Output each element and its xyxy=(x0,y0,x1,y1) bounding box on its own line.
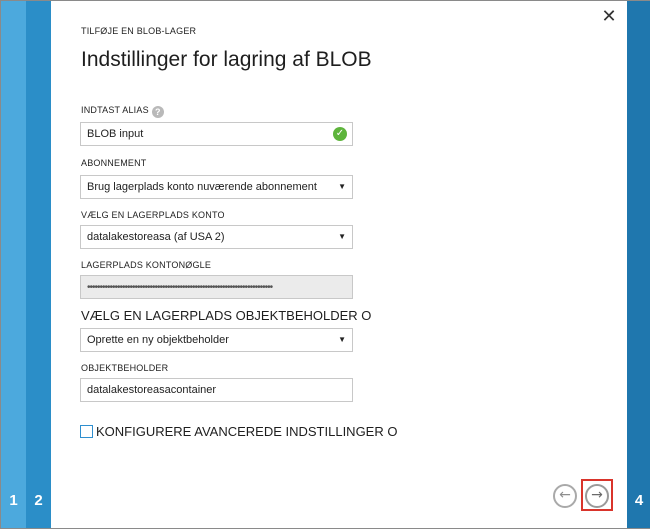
container-name-value: datalakestoreasacontainer xyxy=(87,384,217,396)
subscription-select[interactable]: Brug lagerplads konto nuværende abonneme… xyxy=(80,175,353,199)
check-circle-icon: ✓ xyxy=(333,127,347,141)
storage-key-label: LAGERPLADS KONTONØGLE xyxy=(81,260,212,270)
storage-account-label: VÆLG EN LAGERPLADS KONTO xyxy=(81,210,225,220)
container-select-value: Oprette en ny objektbeholder xyxy=(87,334,229,346)
storage-key-field: ••••••••••••••••••••••••••••••••••••••••… xyxy=(80,275,353,299)
alias-label: INDTAST ALIAS? xyxy=(81,105,164,118)
container-name-input[interactable]: datalakestoreasacontainer xyxy=(80,378,353,402)
page-title: Indstillinger for lagring af BLOB xyxy=(81,48,372,71)
arrow-right-icon[interactable]: → xyxy=(585,484,609,508)
chevron-down-icon: ▼ xyxy=(338,232,346,241)
alias-value: BLOB input xyxy=(87,128,144,140)
storage-account-select[interactable]: datalakestoreasa (af USA 2) ▼ xyxy=(80,225,353,249)
step-2-tab[interactable]: 2 xyxy=(26,1,51,528)
storage-key-value: ••••••••••••••••••••••••••••••••••••••••… xyxy=(87,282,273,293)
arrow-left-icon[interactable]: ← xyxy=(553,484,577,508)
subscription-value: Brug lagerplads konto nuværende abonneme… xyxy=(87,181,317,193)
step-4-tab[interactable]: 4 xyxy=(627,1,650,528)
subscription-label: ABONNEMENT xyxy=(81,158,147,168)
container-select[interactable]: Oprette en ny objektbeholder ▼ xyxy=(80,328,353,352)
alias-label-text: INDTAST ALIAS xyxy=(81,105,149,115)
close-icon[interactable]: ✕ xyxy=(599,7,619,27)
step-1-tab[interactable]: 1 xyxy=(1,1,26,528)
alias-input[interactable]: BLOB input ✓ xyxy=(80,122,353,146)
wizard-dialog: 1 2 4 ✕ TILFØJE EN BLOB-LAGER Indstillin… xyxy=(0,0,650,529)
advanced-settings-label[interactable]: KONFIGURERE AVANCEREDE INDSTILLINGER O xyxy=(96,424,397,439)
storage-account-value: datalakestoreasa (af USA 2) xyxy=(87,231,225,243)
chevron-down-icon: ▼ xyxy=(338,335,346,344)
help-icon[interactable]: ? xyxy=(151,106,164,118)
step-2-number: 2 xyxy=(34,492,43,509)
wizard-subtitle: TILFØJE EN BLOB-LAGER xyxy=(81,26,197,36)
step-1-number: 1 xyxy=(9,492,18,509)
container-select-label: VÆLG EN LAGERPLADS OBJEKTBEHOLDER O xyxy=(81,308,372,323)
advanced-settings-checkbox[interactable] xyxy=(80,425,93,438)
step-4-number: 4 xyxy=(634,492,644,509)
container-name-label: OBJEKTBEHOLDER xyxy=(81,363,169,373)
chevron-down-icon: ▼ xyxy=(338,182,346,191)
